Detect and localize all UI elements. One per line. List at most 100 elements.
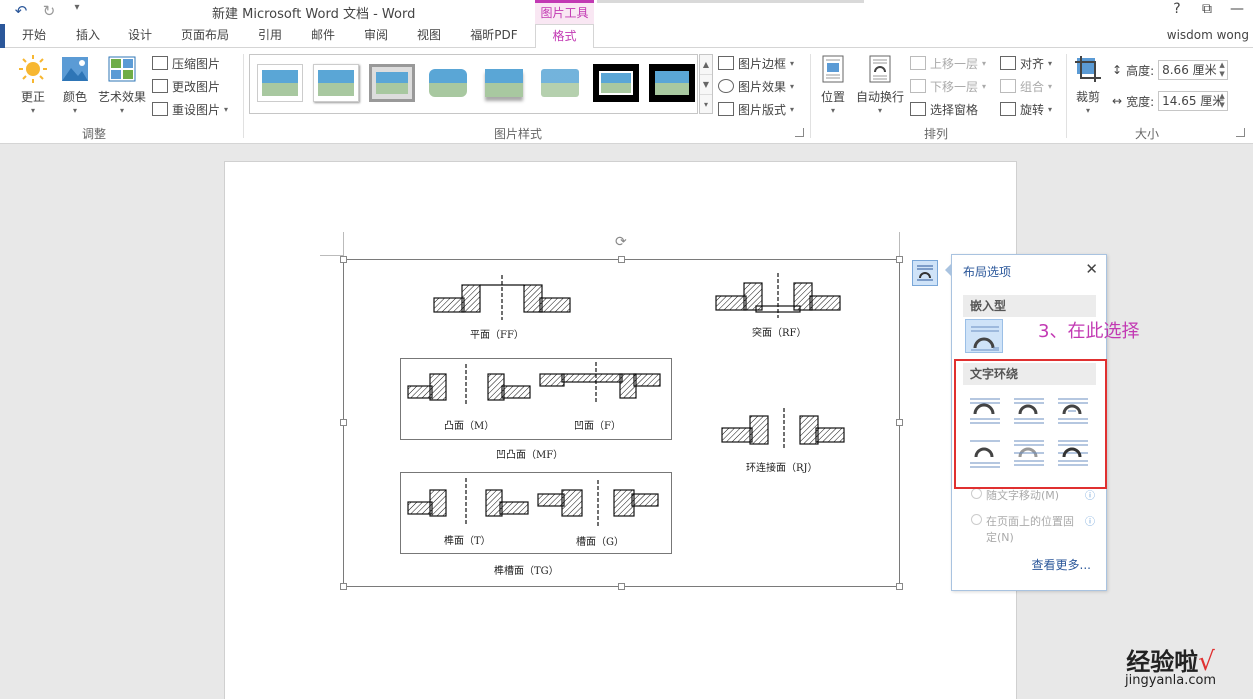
bring-forward-label: 上移一层	[930, 56, 979, 71]
move-with-text-radio[interactable]: 随文字移动(M)	[971, 487, 1059, 503]
scroll-down-icon[interactable]: ▼	[700, 75, 712, 95]
rotation-handle-icon[interactable]: ⟳	[615, 234, 627, 250]
style-thumbnail[interactable]	[481, 64, 527, 102]
info-icon[interactable]: ⓘ	[1085, 487, 1095, 502]
corrections-button[interactable]: 更正 ▾	[14, 54, 52, 115]
selection-pane-button[interactable]: 选择窗格	[910, 98, 978, 120]
width-label: 宽度:	[1126, 94, 1155, 109]
chevron-down-icon: ▾	[72, 106, 77, 115]
wrap-text-button[interactable]: 自动换行 ▾	[855, 54, 905, 115]
resize-handle[interactable]	[896, 256, 903, 263]
tab-page-layout[interactable]: 页面布局	[176, 24, 234, 48]
see-more-link[interactable]: 查看更多...	[1032, 556, 1091, 573]
style-thumbnail[interactable]	[369, 64, 415, 102]
width-input[interactable]: 14.65 厘米 ▲ ▼	[1158, 91, 1229, 111]
info-icon[interactable]: ⓘ	[1085, 513, 1095, 528]
change-picture-button[interactable]: 更改图片	[152, 75, 220, 97]
selection-pane-label: 选择窗格	[930, 102, 979, 117]
minimize-button[interactable]: —	[1229, 1, 1245, 17]
radio-circle	[971, 488, 982, 499]
group-button[interactable]: 组合 ▾	[1000, 75, 1052, 97]
resize-handle[interactable]	[618, 583, 625, 590]
width-spinner[interactable]: ▲ ▼	[1217, 92, 1227, 110]
gallery-scroll[interactable]: ▲ ▼ ▾	[699, 54, 713, 114]
tab-format[interactable]: 格式	[535, 24, 594, 49]
position-button[interactable]: 位置 ▾	[816, 54, 850, 115]
send-backward-button[interactable]: 下移一层 ▾	[910, 75, 986, 97]
tab-foxit-pdf[interactable]: 福昕PDF	[464, 24, 524, 48]
style-thumbnail[interactable]	[537, 64, 583, 102]
selected-picture[interactable]: 平面（FF） 突面（RF） 凸面（M） 凹面（F） 凹凸面（MF） 环连接面（R…	[343, 259, 900, 587]
rotate-button[interactable]: 旋转 ▾	[1000, 98, 1052, 120]
inline-section-header: 嵌入型	[963, 295, 1096, 317]
resize-handle[interactable]	[896, 583, 903, 590]
group-label: 组合	[1020, 79, 1045, 94]
style-thumbnail[interactable]	[313, 64, 359, 102]
arrange-group-label: 排列	[923, 127, 948, 141]
picture-border-button[interactable]: 图片边框 ▾	[718, 52, 794, 74]
height-spinner[interactable]: ▲ ▼	[1217, 61, 1227, 79]
artistic-effects-button[interactable]: 艺术效果 ▾	[96, 54, 148, 115]
reset-picture-button[interactable]: 重设图片 ▾	[152, 98, 228, 120]
picture-effects-button[interactable]: 图片效果 ▾	[718, 75, 794, 97]
file-tab-edge[interactable]	[0, 24, 5, 48]
tg-group-frame	[400, 472, 672, 554]
tab-references[interactable]: 引用	[252, 24, 288, 48]
caption-m: 凸面（M）	[444, 421, 495, 432]
position-label: 位置	[820, 90, 845, 104]
fix-position-radio[interactable]: 在页面上的位置固定(N)	[971, 513, 1079, 545]
align-button[interactable]: 对齐 ▾	[1000, 52, 1052, 74]
tab-home[interactable]: 开始	[16, 24, 52, 48]
close-icon[interactable]: ✕	[1085, 260, 1098, 278]
change-picture-icon	[152, 79, 168, 93]
ribbon: 更正 ▾ 颜色 ▾ 艺术效果 ▾ 压缩图片 更改图片 重设图片 ▾ 调整 ▲ ▼…	[0, 48, 1253, 144]
resize-handle[interactable]	[618, 256, 625, 263]
picture-layout-button[interactable]: 图片版式 ▾	[718, 98, 794, 120]
redo-icon[interactable]: ↻	[38, 2, 60, 20]
gallery-more-icon[interactable]: ▾	[700, 95, 712, 115]
tab-insert[interactable]: 插入	[70, 24, 106, 48]
compress-pictures-button[interactable]: 压缩图片	[152, 52, 220, 74]
crop-button[interactable]: 裁剪 ▾	[1072, 54, 1104, 115]
resize-handle[interactable]	[340, 419, 347, 426]
layout-options-button[interactable]	[912, 260, 938, 286]
resize-handle[interactable]	[340, 256, 347, 263]
picture-effects-icon	[718, 79, 734, 93]
undo-icon[interactable]: ↶	[10, 2, 32, 20]
dialog-launcher-icon[interactable]	[1236, 128, 1245, 137]
bring-forward-icon	[910, 56, 926, 70]
customize-qat-icon[interactable]: ▾	[66, 2, 88, 20]
resize-handle[interactable]	[896, 419, 903, 426]
tab-design[interactable]: 设计	[122, 24, 158, 48]
radio-circle	[971, 514, 982, 525]
help-button[interactable]: ?	[1169, 1, 1185, 17]
style-thumbnail[interactable]	[425, 64, 471, 102]
resize-handle[interactable]	[340, 583, 347, 590]
scroll-up-icon[interactable]: ▲	[700, 55, 712, 75]
margin-mark	[343, 232, 344, 256]
height-field: ↕ 高度: 8.66 厘米 ▲ ▼	[1112, 60, 1229, 80]
height-input[interactable]: 8.66 厘米 ▲ ▼	[1158, 60, 1229, 80]
popup-title: 布局选项	[963, 265, 1012, 279]
style-thumbnail[interactable]	[649, 64, 695, 102]
send-backward-label: 下移一层	[930, 79, 979, 94]
dialog-launcher-icon[interactable]	[795, 128, 804, 137]
user-name[interactable]: wisdom wong	[1167, 28, 1249, 42]
restore-button[interactable]: ⧉	[1199, 1, 1215, 17]
tab-review[interactable]: 审阅	[358, 24, 394, 48]
picture-layout-label: 图片版式	[738, 102, 787, 117]
tab-view[interactable]: 视图	[411, 24, 447, 48]
watermark-logo: 经验啦√ jingyanla.com	[1125, 642, 1216, 688]
bring-forward-button[interactable]: 上移一层 ▾	[910, 52, 986, 74]
style-thumbnail[interactable]	[257, 64, 303, 102]
tab-mailings[interactable]: 邮件	[305, 24, 341, 48]
picture-border-label: 图片边框	[738, 56, 787, 71]
color-button[interactable]: 颜色 ▾	[58, 54, 92, 115]
wrap-inline-option[interactable]	[965, 319, 1003, 353]
width-field: ↔ 宽度: 14.65 厘米 ▲ ▼	[1112, 91, 1229, 111]
picture-styles-gallery	[249, 54, 698, 114]
caption-tg: 榫槽面（TG）	[494, 566, 559, 577]
height-label: 高度:	[1126, 63, 1155, 78]
watermark-text: 经验啦	[1126, 648, 1199, 676]
style-thumbnail[interactable]	[593, 64, 639, 102]
